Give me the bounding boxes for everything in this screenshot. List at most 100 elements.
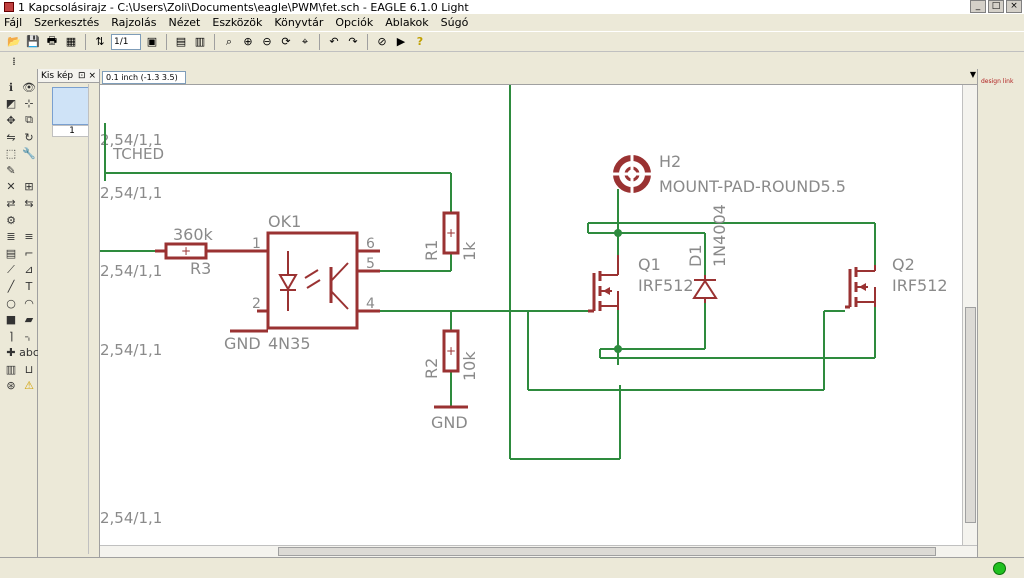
resistor-r1[interactable]: + R1 1k — [422, 211, 479, 261]
move-icon[interactable]: ✥ — [3, 112, 19, 129]
zoom-in-icon[interactable]: ⊕ — [240, 34, 256, 50]
q1-value: IRF512 — [638, 276, 694, 295]
ground-symbol[interactable]: GND — [224, 329, 268, 353]
undo-icon[interactable]: ↶ — [326, 34, 342, 50]
add-icon[interactable]: ⊞ — [21, 179, 37, 196]
attribute-icon[interactable]: ▥ — [3, 361, 19, 378]
pinswap-icon[interactable]: ⇄ — [3, 195, 19, 212]
schematic-drawing[interactable]: 2,54/1,1 2,54/1,1 2,54/1,1 2,54/1,1 2,54… — [100, 85, 962, 545]
blank-tool[interactable] — [21, 212, 37, 229]
menu-view[interactable]: Nézet — [169, 16, 201, 29]
go-icon[interactable]: ▶ — [393, 34, 409, 50]
zoom-fit-icon[interactable]: ⌕ — [221, 34, 237, 50]
invoke-icon[interactable]: ⊿ — [21, 262, 37, 279]
net-icon[interactable]: ⌍ — [21, 328, 37, 345]
save-icon[interactable]: 💾 — [25, 34, 41, 50]
miter-icon[interactable]: ⌐ — [21, 245, 37, 262]
ulp-icon[interactable]: ▥ — [192, 34, 208, 50]
smash-icon[interactable]: ▤ — [3, 245, 19, 262]
ok1-name: OK1 — [268, 212, 301, 231]
bus-icon[interactable]: ⌉ — [3, 328, 19, 345]
show-icon[interactable]: 👁 — [21, 79, 37, 96]
arc-icon[interactable]: ◠ — [21, 295, 37, 312]
title-bar: 1 Kapcsolásirajz - C:\Users\Zoli\Documen… — [0, 0, 1024, 14]
ground-symbol[interactable]: GND — [431, 405, 468, 432]
vertical-scroll-thumb[interactable] — [965, 307, 976, 523]
dropdown-arrow-icon[interactable]: ▼ — [970, 70, 976, 79]
paste-icon[interactable]: ✎ — [3, 162, 19, 179]
menu-tools[interactable]: Eszközök — [212, 16, 262, 29]
mosfet-q1[interactable]: Q1 IRF512 — [588, 255, 694, 313]
value-icon[interactable]: ≡ — [21, 228, 37, 245]
ok1-pin: 1 — [252, 236, 261, 252]
polygon-icon[interactable]: ▰ — [21, 311, 37, 328]
grid-icon[interactable]: ⁞ — [6, 53, 22, 69]
help-icon[interactable]: ? — [412, 34, 428, 50]
menu-edit[interactable]: Szerkesztés — [34, 16, 99, 29]
sheet-thumbnail[interactable] — [52, 87, 92, 125]
junction-icon[interactable]: ✚ — [3, 345, 19, 362]
menu-draw[interactable]: Rajzolás — [111, 16, 156, 29]
partial-label: TCHED — [112, 145, 164, 163]
minimize-button[interactable]: _ — [970, 0, 986, 13]
redo-icon[interactable]: ↷ — [345, 34, 361, 50]
r2-value: 10k — [460, 351, 479, 381]
replace-icon[interactable]: ⚙ — [3, 212, 19, 229]
horizontal-scroll-thumb[interactable] — [278, 547, 936, 556]
group-icon[interactable]: ⬚ — [3, 145, 19, 162]
mirror-icon[interactable]: ⇋ — [3, 129, 19, 146]
stop-icon[interactable]: ⊘ — [374, 34, 390, 50]
horizontal-scrollbar[interactable] — [100, 545, 977, 557]
copy-icon[interactable]: ⧉ — [21, 112, 37, 129]
thumbnail-scrollbar[interactable] — [88, 84, 98, 554]
cam-icon[interactable]: ▦ — [63, 34, 79, 50]
menu-help[interactable]: Súgó — [441, 16, 469, 29]
errors-icon[interactable]: ⚠ — [21, 378, 37, 395]
split-icon[interactable]: ⟋ — [3, 262, 19, 279]
wire-icon[interactable]: ╱ — [3, 278, 19, 295]
svg-text:+: + — [181, 244, 191, 258]
gateswap-icon[interactable]: ⇆ — [21, 195, 37, 212]
close-button[interactable]: × — [1006, 0, 1022, 13]
schematic-canvas[interactable]: 2,54/1,1 2,54/1,1 2,54/1,1 2,54/1,1 2,54… — [100, 85, 962, 545]
mark-icon[interactable]: ⊹ — [21, 96, 37, 113]
rotate-icon[interactable]: ↻ — [21, 129, 37, 146]
r3-name: R3 — [190, 259, 211, 278]
vertical-scrollbar[interactable] — [962, 85, 977, 545]
menu-options[interactable]: Opciók — [335, 16, 373, 29]
menu-windows[interactable]: Ablakok — [385, 16, 428, 29]
dimension-icon[interactable]: ⊔ — [21, 361, 37, 378]
h2-value: MOUNT-PAD-ROUND5.5 — [659, 177, 846, 196]
sheet-icon[interactable]: ⇅ — [92, 34, 108, 50]
zoom-select-icon[interactable]: ⌖ — [297, 34, 313, 50]
display-icon[interactable]: ◩ — [3, 96, 19, 113]
zoom-out-icon[interactable]: ⊖ — [259, 34, 275, 50]
zoom-redraw-icon[interactable]: ⟳ — [278, 34, 294, 50]
rect-icon[interactable]: ■ — [3, 311, 19, 328]
name-icon[interactable]: ≣ — [3, 228, 19, 245]
blank-tool[interactable] — [21, 162, 37, 179]
sheet-select[interactable]: 1/1 — [111, 33, 141, 50]
menu-library[interactable]: Könyvtár — [274, 16, 323, 29]
label-icon[interactable]: abc — [19, 345, 39, 362]
board-icon[interactable]: ▣ — [144, 34, 160, 50]
mount-pad-h2[interactable]: H2 MOUNT-PAD-ROUND5.5 — [612, 152, 846, 196]
delete-icon[interactable]: ✕ — [3, 179, 19, 196]
script-icon[interactable]: ▤ — [173, 34, 189, 50]
info-icon[interactable]: ℹ — [3, 79, 19, 96]
text-icon[interactable]: T — [21, 278, 37, 295]
erc-icon[interactable]: ⊛ — [3, 378, 19, 395]
open-folder-icon[interactable]: 📂 — [6, 34, 22, 50]
change-icon[interactable]: 🔧 — [21, 145, 37, 162]
print-icon[interactable]: 🖶 — [44, 34, 60, 50]
mosfet-q2[interactable]: Q2 IRF512 — [845, 255, 948, 309]
maximize-button[interactable]: □ — [988, 0, 1004, 13]
resistor-r3[interactable]: + 360k R3 — [155, 225, 228, 278]
window-controls: _ □ × — [970, 0, 1022, 13]
menu-file[interactable]: Fájl — [4, 16, 22, 29]
gnd-label: GND — [431, 413, 468, 432]
circle-icon[interactable]: ○ — [3, 295, 19, 312]
thumbnail-tab[interactable]: Kis kép ⊡ × — [38, 69, 99, 83]
command-palette: ℹ 👁 ◩ ⊹ ✥ ⧉ ⇋ ↻ ⬚ 🔧 ✎ ✕ ⊞ ⇄ ⇆ ⚙ ≣ ≡ ▤ ⌐ … — [0, 69, 39, 557]
panel-close-icon[interactable]: ⊡ × — [78, 71, 96, 81]
